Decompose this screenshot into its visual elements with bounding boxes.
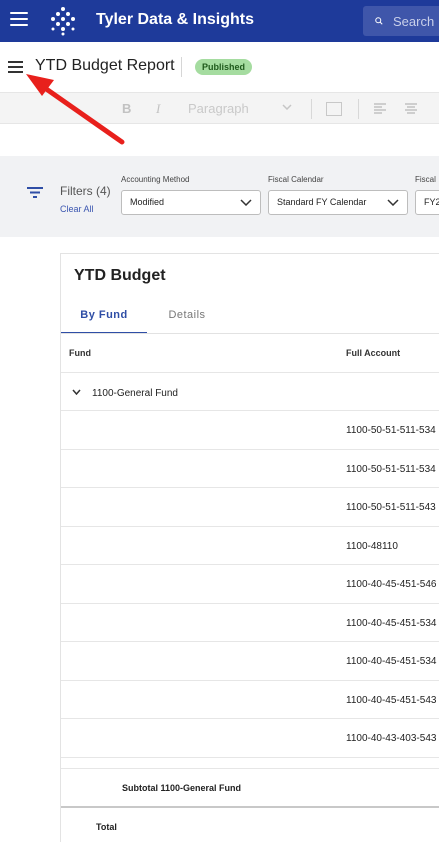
table-row-account: 1100-40-45-451-534	[346, 656, 437, 667]
search-icon	[375, 17, 383, 25]
row-divider	[61, 603, 439, 604]
table-row-account: 1100-40-45-451-534	[346, 618, 437, 629]
table-row-account: 1100-40-43-403-543	[346, 733, 437, 744]
column-header-full-account[interactable]: Full Account	[346, 348, 400, 358]
app-root: Tyler Data & Insights YTD Budget Report …	[0, 0, 439, 842]
row-divider	[61, 487, 439, 488]
select-value: Modified	[130, 197, 165, 207]
row-divider	[61, 680, 439, 681]
accounting-method-filter: Accounting Method Modified	[121, 175, 261, 215]
select-value: Standard FY Calendar	[277, 197, 367, 207]
row-divider	[61, 410, 439, 411]
fiscal-select[interactable]: FY2	[415, 190, 439, 215]
table-row-account: 1100-40-45-451-546	[346, 579, 437, 590]
italic-button[interactable]: I	[156, 101, 160, 117]
red-arrow-pointer	[26, 74, 125, 145]
divider	[181, 57, 182, 77]
align-center-icon[interactable]	[405, 103, 417, 114]
filters-count-label: Filters (4)	[60, 184, 111, 198]
tabs-divider	[61, 333, 439, 334]
filter-label: Fiscal Calendar	[268, 175, 324, 184]
filter-label: Accounting Method	[121, 175, 190, 184]
table-row-account: 1100-50-51-511-543	[346, 502, 436, 513]
clear-all-link[interactable]: Clear All	[60, 204, 94, 214]
app-menu-icon[interactable]	[10, 12, 28, 28]
report-card: YTD Budget By Fund Details Fund Full Acc…	[60, 253, 439, 842]
toolbar-divider	[358, 99, 359, 119]
accounting-method-select[interactable]: Modified	[121, 190, 261, 215]
total-label: Total	[96, 822, 117, 832]
filter-label: Fiscal	[415, 175, 436, 184]
border-box-icon[interactable]	[326, 102, 342, 116]
chevron-down-icon[interactable]	[72, 389, 81, 395]
select-value: FY2	[424, 197, 439, 207]
fiscal-filter: Fiscal FY2	[415, 175, 439, 215]
fiscal-calendar-select[interactable]: Standard FY Calendar	[268, 190, 408, 215]
chevron-down-icon	[387, 199, 399, 206]
table-row-account: 1100-50-51-511-534	[346, 464, 436, 475]
tab-details[interactable]: Details	[161, 302, 213, 334]
row-divider	[61, 768, 439, 769]
chevron-down-icon	[282, 104, 292, 110]
row-divider	[61, 449, 439, 450]
global-search[interactable]	[363, 6, 439, 36]
status-badge: Published	[195, 59, 253, 75]
tab-by-fund[interactable]: By Fund	[61, 302, 147, 334]
tyler-logo-icon[interactable]	[47, 5, 79, 37]
filter-icon[interactable]	[27, 187, 43, 198]
row-divider	[61, 641, 439, 642]
row-divider	[61, 372, 439, 373]
toolbar-divider	[311, 99, 312, 119]
chevron-down-icon	[240, 199, 252, 206]
table-row-account: 1100-48110	[346, 541, 398, 552]
search-input[interactable]	[393, 13, 439, 29]
align-left-icon[interactable]	[374, 103, 386, 114]
row-divider	[61, 526, 439, 527]
fund-group-label[interactable]: 1100-General Fund	[92, 388, 178, 399]
row-divider	[61, 757, 439, 758]
fiscal-calendar-filter: Fiscal Calendar Standard FY Calendar	[268, 175, 408, 215]
subtotal-label: Subtotal 1100-General Fund	[122, 783, 242, 793]
table-row-account: 1100-40-45-451-543	[346, 695, 437, 706]
row-divider	[61, 718, 439, 719]
column-header-fund[interactable]: Fund	[69, 348, 91, 358]
row-divider	[61, 564, 439, 565]
table-row-account: 1100-50-51-511-534	[346, 425, 436, 436]
brand-name[interactable]: Tyler Data & Insights	[96, 11, 254, 29]
paragraph-style-select[interactable]: Paragraph	[188, 101, 249, 116]
report-title: YTD Budget	[74, 267, 166, 284]
total-divider	[61, 806, 439, 808]
filter-bar: Filters (4) Clear All Accounting Method …	[0, 156, 439, 237]
top-app-bar: Tyler Data & Insights	[0, 0, 439, 42]
